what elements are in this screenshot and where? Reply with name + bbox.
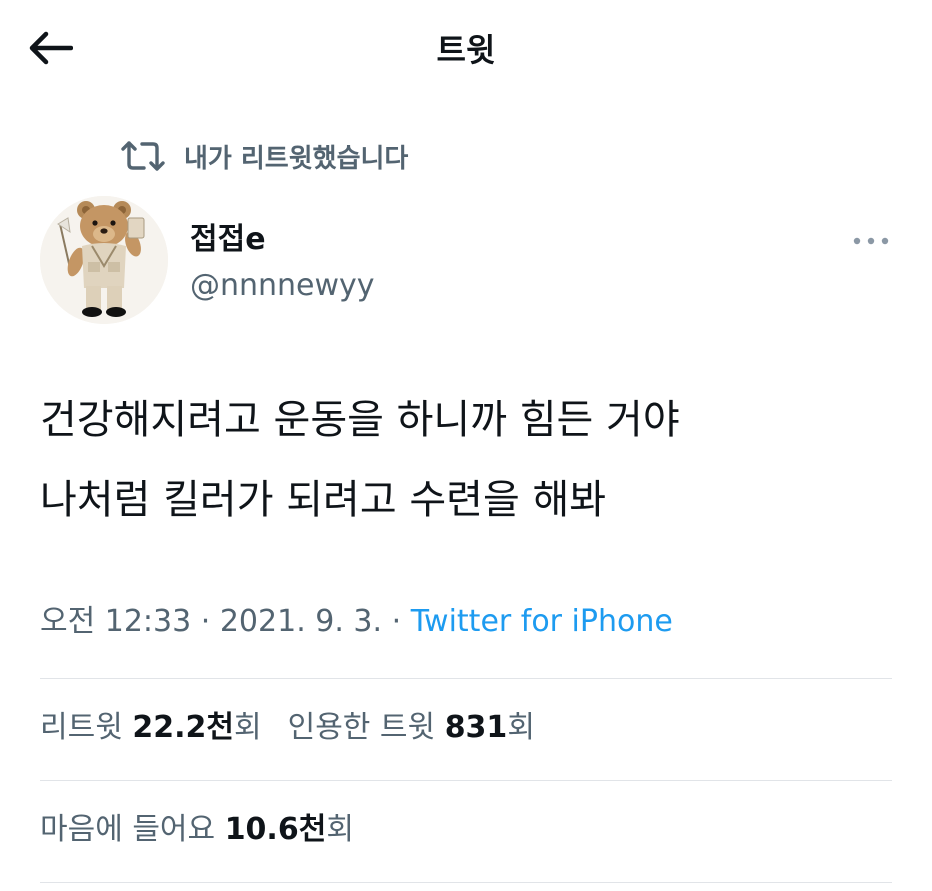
meta-separator: ·	[200, 604, 211, 639]
teddy-bear-avatar	[40, 196, 168, 324]
tweet-date[interactable]: 2021. 9. 3.	[220, 604, 382, 639]
divider	[40, 882, 892, 883]
tweet-time[interactable]: 오전 12:33	[40, 604, 191, 639]
retweets-stat[interactable]: 리트윗 22.2천회	[40, 706, 262, 750]
top-bar: 트윗	[0, 0, 932, 100]
divider	[40, 678, 892, 679]
retweets-count: 22.2천	[132, 710, 234, 745]
quote-tweets-label: 인용한 트윗	[287, 710, 436, 745]
quote-tweets-count: 831	[444, 710, 508, 745]
retweet-icon	[120, 136, 166, 176]
retweets-suffix: 회	[233, 710, 262, 745]
likes-stats-row: 마음에 들어요 10.6천회	[40, 808, 380, 852]
retweet-context: 내가 리트윗했습니다	[120, 136, 408, 176]
more-horizontal-icon	[851, 231, 891, 250]
quote-tweets-stat[interactable]: 인용한 트윗 831회	[288, 706, 535, 750]
retweets-label: 리트윗	[40, 710, 123, 745]
engagement-stats-row: 리트윗 22.2천회 인용한 트윗 831회	[40, 706, 561, 750]
more-options-button[interactable]	[846, 224, 896, 256]
quote-tweets-suffix: 회	[507, 710, 535, 745]
author-display-name[interactable]: 접접e	[190, 220, 266, 260]
divider	[40, 780, 892, 781]
page-title: 트윗	[436, 31, 496, 69]
tweet-source-link[interactable]: Twitter for iPhone	[411, 604, 673, 639]
likes-label: 마음에 들어요	[40, 812, 216, 847]
tweet-text-line: 나처럼 킬러가 되려고 수련을 해봐	[40, 477, 607, 523]
meta-separator: ·	[391, 604, 402, 639]
likes-suffix: 회	[326, 812, 354, 847]
likes-count: 10.6천	[224, 812, 327, 847]
retweet-context-label: 내가 리트윗했습니다	[184, 143, 409, 174]
author-handle[interactable]: @nnnnewyy	[190, 266, 375, 306]
avatar[interactable]	[40, 196, 168, 324]
tweet-text-line: 건강해지려고 운동을 하니까 힘든 거야	[40, 397, 680, 443]
tweet-text: 건강해지려고 운동을 하니까 힘든 거야 나처럼 킬러가 되려고 수련을 해봐	[40, 380, 900, 540]
tweet-meta: 오전 12:33 · 2021. 9. 3. · Twitter for iPh…	[40, 600, 673, 644]
likes-stat[interactable]: 마음에 들어요 10.6천회	[40, 808, 354, 852]
